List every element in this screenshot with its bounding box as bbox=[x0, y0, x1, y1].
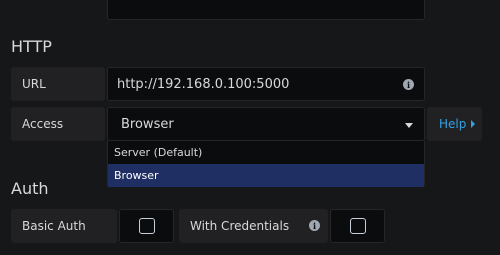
http-section-title: HTTP bbox=[11, 37, 52, 56]
url-input[interactable]: http://192.168.0.100:5000 i bbox=[107, 67, 425, 101]
with-credentials-label: With Credentials i bbox=[179, 209, 328, 243]
access-label-text: Access bbox=[22, 117, 64, 131]
access-option-browser[interactable]: Browser bbox=[108, 164, 424, 187]
with-credentials-info-icon[interactable]: i bbox=[309, 220, 320, 231]
auth-section-title: Auth bbox=[11, 179, 49, 198]
with-credentials-label-text: With Credentials bbox=[190, 219, 290, 233]
url-label-text: URL bbox=[22, 77, 46, 91]
basic-auth-label: Basic Auth bbox=[11, 209, 117, 243]
with-credentials-checkbox-cell[interactable] bbox=[330, 209, 385, 243]
caret-down-icon bbox=[405, 123, 413, 128]
access-label: Access bbox=[11, 107, 105, 141]
help-link-text: Help bbox=[439, 117, 467, 131]
basic-auth-checkbox-cell[interactable] bbox=[119, 209, 174, 243]
with-credentials-checkbox[interactable] bbox=[349, 218, 366, 234]
access-select-value: Browser bbox=[121, 116, 174, 132]
basic-auth-label-text: Basic Auth bbox=[22, 219, 86, 233]
url-label: URL bbox=[11, 67, 105, 101]
info-icon[interactable]: i bbox=[403, 79, 414, 90]
basic-auth-checkbox[interactable] bbox=[138, 218, 155, 234]
access-select[interactable]: Browser bbox=[107, 107, 425, 141]
previous-input-field[interactable] bbox=[107, 0, 425, 20]
help-toggle[interactable]: Help bbox=[427, 107, 482, 141]
access-option-server[interactable]: Server (Default) bbox=[108, 141, 424, 164]
access-dropdown-menu: Server (Default) Browser bbox=[107, 141, 425, 187]
url-input-value: http://192.168.0.100:5000 bbox=[117, 76, 290, 92]
caret-right-icon bbox=[471, 120, 476, 128]
